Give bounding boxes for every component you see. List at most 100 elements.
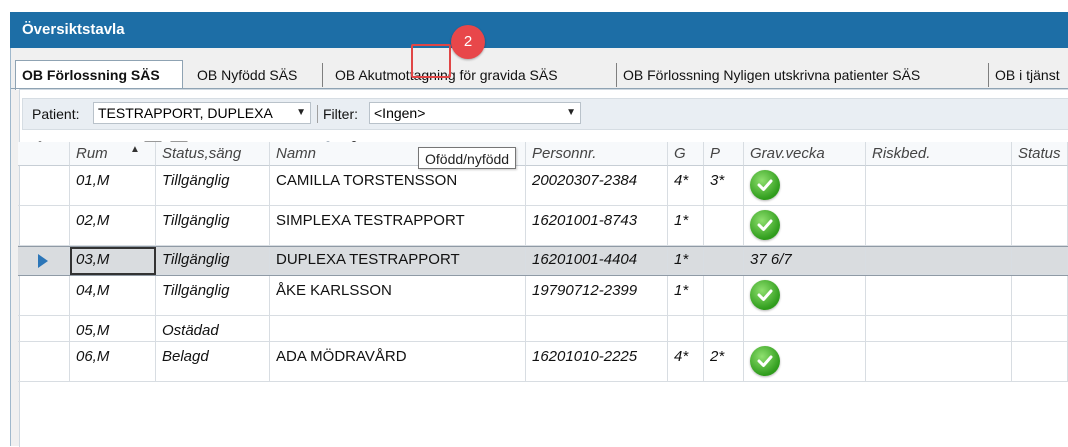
cell-grav-vecka[interactable] <box>744 342 866 382</box>
cell-p[interactable] <box>704 316 744 342</box>
sort-ascending-icon: ▲ <box>130 144 140 155</box>
cell-riskbed[interactable] <box>866 206 1012 246</box>
checkmark-icon <box>750 280 780 310</box>
cell-personnr[interactable]: 16201010-2225 <box>526 342 668 382</box>
cell-personnr[interactable]: 16201001-8743 <box>526 206 668 246</box>
checkmark-icon <box>750 210 780 240</box>
cell-text: 16201001-8743 <box>532 212 638 229</box>
cell-namn[interactable]: DUPLEXA TESTRAPPORT <box>270 247 526 275</box>
table-row[interactable]: 04,M Tillgänglig ÅKE KARLSSON 19790712-2399… <box>18 276 1068 316</box>
cell-namn[interactable]: ÅKE KARLSSON <box>270 276 526 316</box>
table-row[interactable]: 01,M Tillgänglig CAMILLA TORSTENSSON 200203… <box>18 166 1068 206</box>
cell-g[interactable]: 4* <box>668 342 704 382</box>
tab-ob-i-tjanst[interactable]: OB i tjänst <box>989 63 1068 87</box>
tab-ob-akutmottagning[interactable]: OB Akutmottagning för gravida SÄS <box>329 63 617 87</box>
cell-status-sang[interactable]: Tillgänglig <box>156 166 270 206</box>
cell-grav-vecka[interactable] <box>744 206 866 246</box>
cell-riskbed[interactable] <box>866 316 1012 342</box>
table-row[interactable]: 06,M Belagd ADA MÖDRAVÅRD 16201010-2225 4* 2* <box>18 342 1068 382</box>
cell-namn[interactable] <box>270 316 526 342</box>
cell-namn[interactable]: CAMILLA TORSTENSSON <box>270 166 526 206</box>
cell-rum[interactable]: 01,M <box>70 166 156 206</box>
column-header-status[interactable]: Status <box>1012 142 1068 166</box>
cell-status[interactable] <box>1012 247 1068 275</box>
cell-status[interactable] <box>1012 166 1068 206</box>
cell-text: ÅKE KARLSSON <box>276 282 392 299</box>
cell-rum[interactable]: 05,M <box>70 316 156 342</box>
filter-select[interactable]: <Ingen> ▼ <box>369 102 581 124</box>
cell-status-sang[interactable]: Tillgänglig <box>156 247 270 275</box>
cell-p[interactable]: 2* <box>704 342 744 382</box>
cell-rum[interactable]: 02,M <box>70 206 156 246</box>
cell-text: 37 6/7 <box>750 251 792 268</box>
cell-text: Tillgänglig <box>162 251 230 268</box>
cell-riskbed[interactable] <box>866 276 1012 316</box>
cell-grav-vecka[interactable] <box>744 316 866 342</box>
column-header-grav-vecka[interactable]: Grav.vecka <box>744 142 866 166</box>
filter-label: Filter: <box>323 106 358 122</box>
column-header-status-sang[interactable]: Status,säng <box>156 142 270 166</box>
column-header-p[interactable]: P <box>704 142 744 166</box>
tab-ob-nyfodd-sas[interactable]: OB Nyfödd SÄS <box>191 63 323 87</box>
cell-riskbed[interactable] <box>866 247 1012 275</box>
cell-p[interactable] <box>704 276 744 316</box>
cell-riskbed[interactable] <box>866 342 1012 382</box>
cell-grav-vecka[interactable]: 37 6/7 <box>744 247 866 275</box>
cell-status-sang[interactable]: Tillgänglig <box>156 206 270 246</box>
cell-g[interactable]: 4* <box>668 166 704 206</box>
cell-text: Tillgänglig <box>162 282 230 299</box>
cell-text: DUPLEXA TESTRAPPORT <box>276 251 460 268</box>
cell-text: SIMPLEXA TESTRAPPORT <box>276 212 465 229</box>
row-header-cell[interactable] <box>18 206 70 246</box>
cell-g[interactable]: 1* <box>668 206 704 246</box>
cell-personnr[interactable]: 16201001-4404 <box>526 247 668 275</box>
cell-g[interactable] <box>668 316 704 342</box>
chevron-down-icon[interactable]: ▼ <box>566 103 576 123</box>
cell-rum[interactable]: 04,M <box>70 276 156 316</box>
column-header-personnr[interactable]: Personnr. <box>526 142 668 166</box>
column-header-riskbed[interactable]: Riskbed. <box>866 142 1012 166</box>
filter-bar: Patient: TESTRAPPORT, DUPLEXA ▼ Filter: … <box>22 98 1068 130</box>
cell-status-sang[interactable]: Belagd <box>156 342 270 382</box>
cell-namn[interactable]: ADA MÖDRAVÅRD <box>270 342 526 382</box>
highlight-box <box>411 44 451 78</box>
cell-text: 20020307-2384 <box>532 172 638 189</box>
patient-select[interactable]: TESTRAPPORT, DUPLEXA ▼ <box>93 102 311 124</box>
column-header-rum[interactable]: Rum ▲ <box>70 142 156 166</box>
row-header-cell[interactable] <box>18 276 70 316</box>
row-header-cell[interactable] <box>18 247 70 275</box>
cell-p[interactable] <box>704 206 744 246</box>
cell-status-sang[interactable]: Tillgänglig <box>156 276 270 316</box>
cell-grav-vecka[interactable] <box>744 276 866 316</box>
cell-p[interactable]: 3* <box>704 166 744 206</box>
tab-ob-forlossning-nyligen[interactable]: OB Förlossning Nyligen utskrivna patient… <box>617 63 989 87</box>
cell-rum[interactable]: 06,M <box>70 342 156 382</box>
cell-personnr[interactable]: 19790712-2399 <box>526 276 668 316</box>
cell-g[interactable]: 1* <box>668 247 704 275</box>
cell-riskbed[interactable] <box>866 166 1012 206</box>
cell-rum[interactable]: 03,M <box>70 247 156 275</box>
column-header-g[interactable]: G <box>668 142 704 166</box>
cell-namn[interactable]: SIMPLEXA TESTRAPPORT <box>270 206 526 246</box>
cell-personnr[interactable]: 20020307-2384 <box>526 166 668 206</box>
tab-ob-forlossning-sas[interactable]: OB Förlossning SÄS <box>15 60 183 90</box>
cell-text: 1* <box>674 251 689 268</box>
chevron-down-icon[interactable]: ▼ <box>296 103 306 123</box>
row-header-cell[interactable] <box>18 166 70 206</box>
cell-status[interactable] <box>1012 206 1068 246</box>
cell-text: 02,M <box>76 212 110 229</box>
table-row[interactable]: 02,M Tillgänglig SIMPLEXA TESTRAPPORT 16201… <box>18 206 1068 246</box>
row-header-cell[interactable] <box>18 342 70 382</box>
cell-status-sang[interactable]: Ostädad <box>156 316 270 342</box>
cell-text: 04,M <box>76 282 110 299</box>
cell-status[interactable] <box>1012 316 1068 342</box>
row-header-cell[interactable] <box>18 316 70 342</box>
table-row[interactable]: 05,M Ostädad <box>18 316 1068 342</box>
cell-grav-vecka[interactable] <box>744 166 866 206</box>
cell-g[interactable]: 1* <box>668 276 704 316</box>
cell-status[interactable] <box>1012 342 1068 382</box>
cell-personnr[interactable] <box>526 316 668 342</box>
table-row[interactable]: 03,M Tillgänglig DUPLEXA TESTRAPPORT 162010… <box>18 246 1068 276</box>
cell-p[interactable] <box>704 247 744 275</box>
cell-status[interactable] <box>1012 276 1068 316</box>
